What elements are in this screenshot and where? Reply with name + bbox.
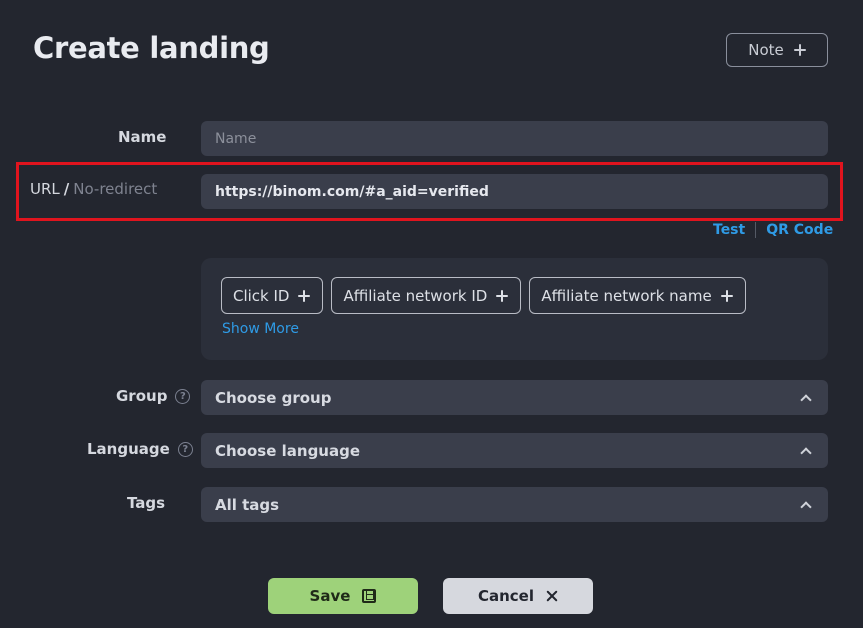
- name-field-container: [201, 121, 828, 156]
- tokens-panel: Click ID Affiliate network ID Affiliate …: [201, 258, 828, 360]
- link-divider: [755, 222, 757, 238]
- cancel-button[interactable]: Cancel: [443, 578, 593, 614]
- group-label: Group?: [116, 387, 191, 405]
- token-chip-label: Click ID: [233, 286, 290, 305]
- token-chips: Click ID Affiliate network ID Affiliate …: [221, 277, 746, 314]
- chevron-up-icon: [800, 446, 812, 459]
- language-label: Language?: [87, 440, 193, 458]
- save-button-label: Save: [309, 587, 351, 605]
- token-chip-click-id[interactable]: Click ID: [221, 277, 324, 314]
- tags-select[interactable]: All tags: [201, 487, 828, 522]
- create-landing-modal: Create landing Note Name URL/No-redirect…: [0, 0, 863, 628]
- test-link[interactable]: Test: [713, 222, 745, 238]
- language-select-value: Choose language: [215, 441, 361, 460]
- name-label: Name: [118, 128, 167, 146]
- token-chip-label: Affiliate network name: [541, 286, 712, 305]
- help-icon[interactable]: ?: [175, 389, 191, 404]
- plus-icon: [720, 289, 733, 302]
- save-button[interactable]: Save: [268, 578, 418, 614]
- plus-icon: [793, 44, 806, 56]
- url-actions: Test QR Code: [713, 222, 833, 238]
- cancel-button-label: Cancel: [477, 587, 534, 605]
- name-input[interactable]: [215, 130, 814, 147]
- language-label-text: Language: [87, 440, 170, 458]
- plus-icon: [298, 289, 311, 302]
- tags-label: Tags: [127, 494, 166, 512]
- chevron-up-icon: [800, 500, 812, 513]
- floppy-disk-icon: [362, 589, 377, 603]
- help-icon[interactable]: ?: [177, 442, 193, 457]
- plus-icon: [496, 289, 509, 302]
- language-select[interactable]: Choose language: [201, 433, 828, 468]
- page-title: Create landing: [33, 31, 270, 65]
- group-select-value: Choose group: [215, 388, 332, 407]
- show-more-link[interactable]: Show More: [222, 321, 299, 337]
- chevron-up-icon: [800, 393, 812, 406]
- tags-select-value: All tags: [215, 495, 280, 514]
- token-chip-label: Affiliate network ID: [343, 286, 488, 305]
- group-label-text: Group: [116, 387, 168, 405]
- token-chip-affiliate-network-name[interactable]: Affiliate network name: [529, 277, 746, 314]
- url-row-highlight: [16, 162, 843, 221]
- group-select[interactable]: Choose group: [201, 380, 828, 415]
- close-icon: [546, 590, 558, 602]
- note-button-label: Note: [748, 41, 784, 59]
- token-chip-affiliate-network-id[interactable]: Affiliate network ID: [331, 277, 522, 314]
- qr-code-link[interactable]: QR Code: [766, 222, 833, 238]
- add-note-button[interactable]: Note: [726, 33, 828, 67]
